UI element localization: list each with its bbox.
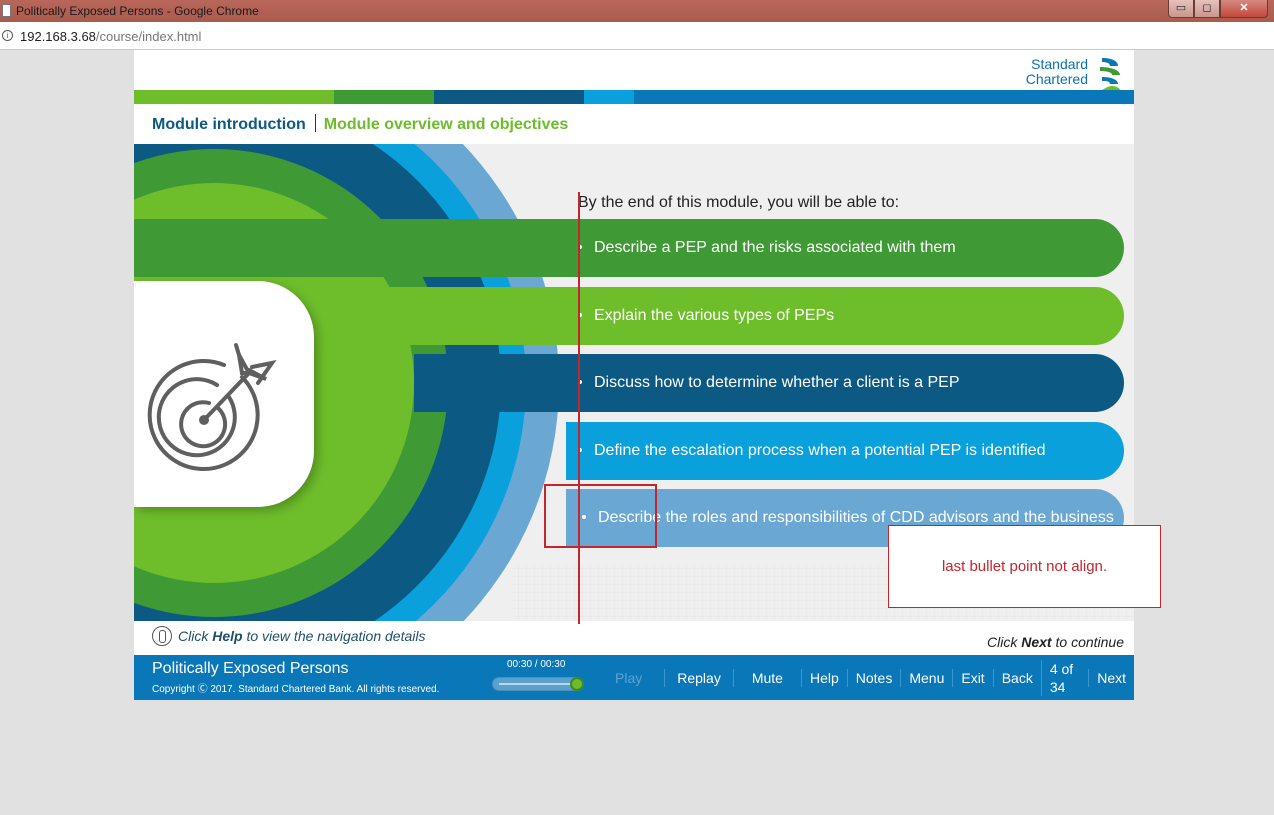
objective-item: Discuss how to determine whether a clien… [566,354,1124,412]
maximize-button[interactable]: ◻ [1194,0,1220,18]
replay-button[interactable]: Replay [664,668,733,687]
objective-item: Explain the various types of PEPs [566,287,1124,345]
window-title: Politically Exposed Persons - Google Chr… [16,4,259,18]
next-hint: Click Next to continue [987,634,1124,650]
page-title: Module overview and objectives [323,116,569,133]
next-hint-pre: Click [987,634,1022,650]
header-stripe-green-dark [334,90,434,104]
player-nav: Play Replay Mute Help Notes Menu Exit Ba… [607,655,1134,700]
info-icon[interactable]: i [2,30,13,41]
objective-text: Discuss how to determine whether a clien… [594,374,960,391]
slider-knob[interactable] [570,677,584,691]
page-counter: 4 of 34 [1040,659,1088,696]
course-title: Politically Exposed Persons [152,660,349,677]
header-stripe-cyan [584,90,634,104]
url-path: /course/index.html [95,29,202,44]
exit-button[interactable]: Exit [952,668,992,687]
player-footer: Politically Exposed Persons Copyright Ⓒ … [134,655,1134,700]
objective-item: Define the escalation process when a pot… [566,422,1124,480]
page-icon [2,4,11,17]
next-button[interactable]: Next [1088,668,1134,687]
notes-button[interactable]: Notes [846,668,901,687]
menu-button[interactable]: Menu [900,668,952,687]
objective-text: Define the escalation process when a pot… [594,442,1046,459]
play-button[interactable]: Play [607,669,650,687]
annotation-note: last bullet point not align. [888,525,1161,608]
alignment-guide-line [578,192,580,624]
misalignment-highlight-box [544,484,657,548]
next-hint-bold: Next [1021,634,1052,650]
objective-text: Describe the roles and responsibilities … [598,509,1114,526]
target-arrow-icon [147,343,277,472]
window-title-bar: Politically Exposed Persons - Google Chr… [0,0,1274,22]
objective-target-card [134,281,314,507]
header-stripe-navy [434,90,584,104]
url-host: 192.168.3.68 [20,29,96,44]
next-hint-post: to continue [1051,634,1124,650]
objective-text: Explain the various types of PEPs [594,307,835,324]
header-stripe-blue [634,90,1134,104]
address-bar[interactable]: i 192.168.3.68/course/index.html [0,22,1274,50]
objective-item: Describe a PEP and the risks associated … [566,219,1124,277]
help-hint-pre: Click [178,628,213,644]
breadcrumb-divider [314,114,316,132]
close-button[interactable]: ✕ [1220,0,1268,18]
logo-line-1: Standard [1031,56,1088,72]
help-hint: Click Help to view the navigation detail… [152,626,425,646]
url-text[interactable]: 192.168.3.68/course/index.html [20,29,201,44]
breadcrumb-section: Module introduction [152,116,306,133]
objective-text: Describe a PEP and the risks associated … [594,239,956,256]
help-hint-bold: Help [212,628,243,644]
objectives-intro: By the end of this module, you will be a… [578,194,900,211]
breadcrumb: Module introduction Module overview and o… [152,114,568,134]
header-stripe-green-light [134,90,334,104]
help-button[interactable]: Help [800,668,847,687]
slider-track [499,683,575,685]
logo-line-2: Chartered [1025,71,1088,87]
audio-progress-slider[interactable] [492,677,584,691]
minimize-button[interactable]: ▭ [1168,0,1194,18]
logo-mark-icon [1100,58,1120,90]
copyright: Copyright Ⓒ 2017. Standard Chartered Ban… [152,684,440,695]
mute-button[interactable]: Mute [732,668,801,687]
hand-pointer-icon [152,626,172,646]
back-button[interactable]: Back [992,668,1041,687]
logo-text: Standard Chartered [1026,57,1088,87]
help-hint-post: to view the navigation details [242,628,426,644]
time-readout: 00:30 / 00:30 [507,659,566,670]
